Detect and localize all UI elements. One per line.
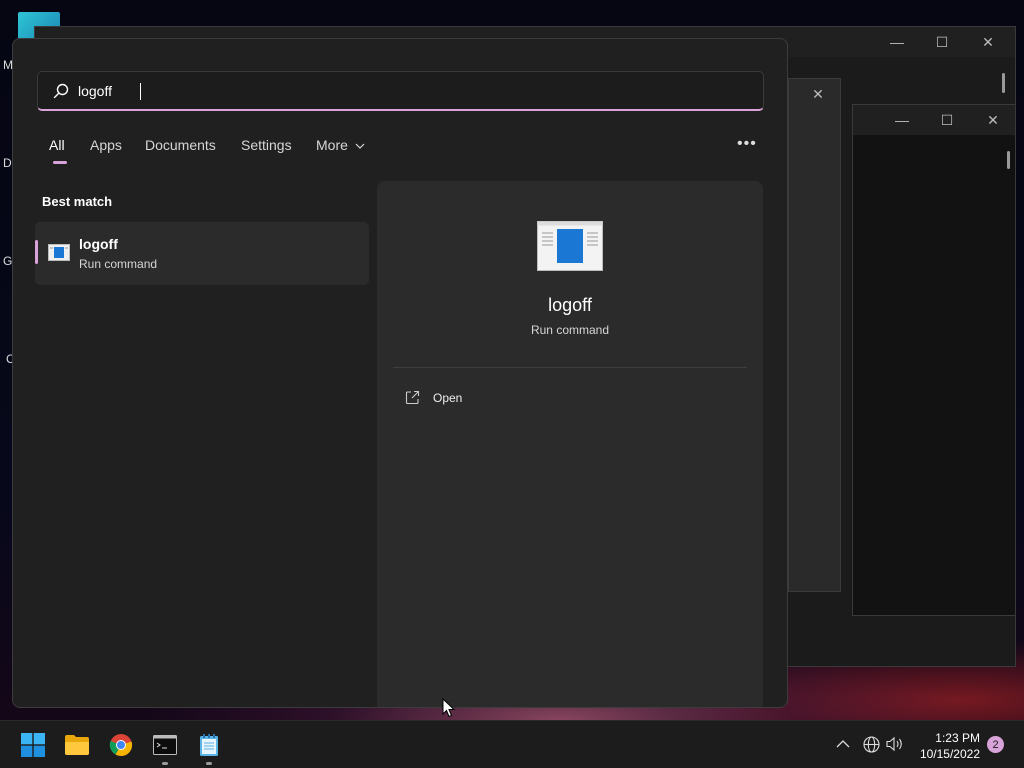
tab-documents[interactable]: Documents xyxy=(145,137,216,153)
volume-button[interactable] xyxy=(886,735,904,753)
minimize-icon[interactable]: — xyxy=(888,33,906,51)
tab-settings[interactable]: Settings xyxy=(241,137,292,153)
taskbar: 1:23 PM 10/15/2022 2 xyxy=(0,720,1024,768)
clock-date: 10/15/2022 xyxy=(919,747,980,761)
result-title: logoff xyxy=(79,236,118,252)
tab-more-label: More xyxy=(316,137,348,153)
detail-pane: logoff Run command Open xyxy=(377,181,763,707)
chevron-up-icon xyxy=(836,740,850,748)
open-action[interactable]: Open xyxy=(393,383,747,413)
network-button[interactable] xyxy=(862,735,880,753)
maximize-icon[interactable]: ☐ xyxy=(933,33,951,51)
divider xyxy=(393,367,747,368)
tab-all[interactable]: All xyxy=(49,137,65,153)
notepad-button[interactable] xyxy=(194,730,224,765)
file-explorer-button[interactable] xyxy=(62,730,92,760)
open-action-label: Open xyxy=(433,391,463,405)
run-command-icon xyxy=(48,244,70,261)
best-match-result[interactable]: logoff Run command xyxy=(35,222,369,285)
chrome-button[interactable] xyxy=(106,730,136,760)
best-match-heading: Best match xyxy=(42,194,113,209)
scrollbar[interactable] xyxy=(1007,151,1010,169)
notepad-icon xyxy=(200,734,218,756)
minimize-icon[interactable]: — xyxy=(893,111,911,129)
detail-subtitle: Run command xyxy=(530,323,610,337)
close-icon[interactable]: ✕ xyxy=(979,33,997,51)
result-subtitle: Run command xyxy=(79,257,158,271)
running-indicator xyxy=(162,762,168,765)
search-icon xyxy=(53,83,69,99)
globe-icon xyxy=(862,735,880,753)
mouse-cursor-icon xyxy=(442,698,456,718)
search-box[interactable] xyxy=(37,71,764,111)
background-dialog[interactable]: ✕ xyxy=(788,78,841,592)
notification-badge[interactable]: 2 xyxy=(987,736,1004,753)
active-tab-indicator xyxy=(53,161,67,164)
speaker-icon xyxy=(886,736,902,752)
tab-apps[interactable]: Apps xyxy=(90,137,122,153)
start-search-flyout: All Apps Documents Settings More ••• Bes… xyxy=(12,38,788,708)
run-command-icon xyxy=(537,221,603,271)
show-hidden-icons-button[interactable] xyxy=(834,735,852,753)
more-options-icon[interactable]: ••• xyxy=(737,135,757,153)
start-button[interactable] xyxy=(18,730,48,760)
clock[interactable]: 1:23 PM 10/15/2022 xyxy=(914,730,980,762)
clock-time: 1:23 PM xyxy=(935,731,980,745)
background-window[interactable]: — ☐ ✕ xyxy=(852,104,1016,616)
terminal-icon xyxy=(153,735,177,755)
chevron-down-icon xyxy=(355,143,365,149)
close-icon[interactable]: ✕ xyxy=(809,85,827,103)
open-external-icon xyxy=(405,390,420,405)
detail-title: logoff xyxy=(548,295,592,315)
chrome-icon xyxy=(109,734,133,757)
windows-logo-icon xyxy=(21,733,45,757)
close-icon[interactable]: ✕ xyxy=(984,111,1002,129)
terminal-button[interactable] xyxy=(150,730,180,765)
search-input[interactable] xyxy=(78,80,718,102)
folder-icon xyxy=(65,735,89,755)
running-indicator xyxy=(206,762,212,765)
maximize-icon[interactable]: ☐ xyxy=(938,111,956,129)
text-caret xyxy=(140,83,141,100)
selection-indicator xyxy=(35,240,38,264)
scrollbar[interactable] xyxy=(1002,73,1005,93)
tab-more[interactable]: More xyxy=(316,137,365,153)
